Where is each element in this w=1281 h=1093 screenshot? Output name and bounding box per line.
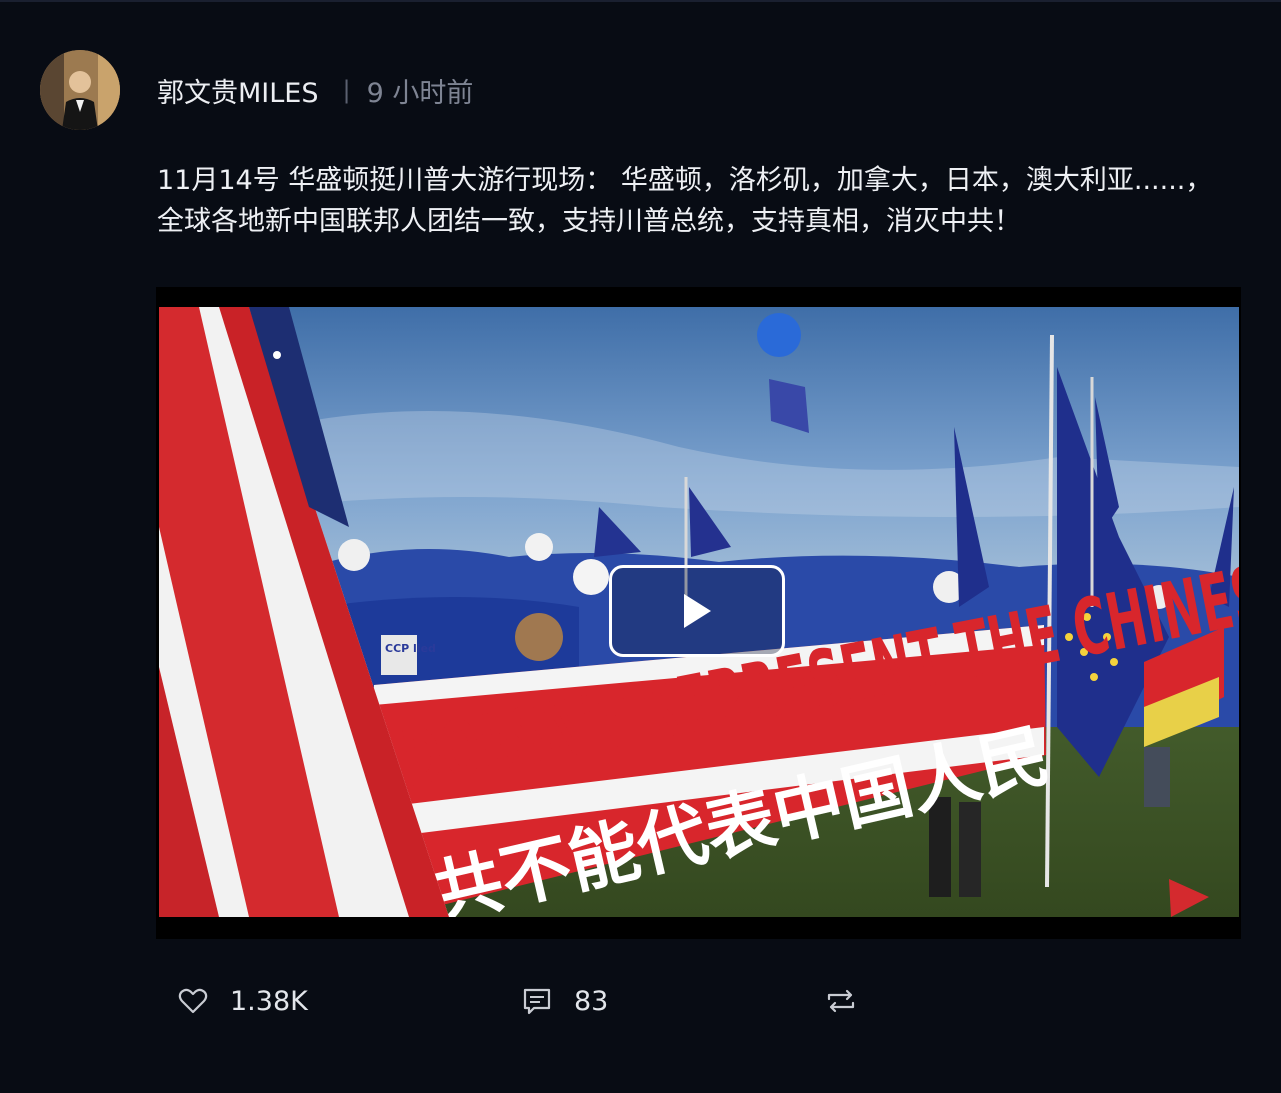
like-count: 1.38K xyxy=(230,985,308,1017)
comment-icon xyxy=(523,988,551,1015)
post-text: 11月14号 华盛顿挺川普大游行现场： 华盛顿，洛杉矶，加拿大，日本，澳大利亚.… xyxy=(157,165,1213,237)
author-name[interactable]: 郭文贵MILES xyxy=(157,71,319,110)
video-player[interactable]: DOESN'T REPRESENT THE CHINESE 共不能代表中国人民 … xyxy=(156,287,1241,939)
play-button[interactable] xyxy=(609,565,785,657)
avatar-image xyxy=(40,50,120,130)
repost-button[interactable] xyxy=(826,974,856,1028)
post-actions: 1.38K 83 xyxy=(0,974,1281,1028)
post-card: 郭文贵MILES | 9 小时前 11月14号 华盛顿挺川普大游行现场： 华盛顿… xyxy=(0,0,1281,1093)
sign-text: CCP lied xyxy=(385,642,436,655)
repost-icon xyxy=(827,989,855,1013)
header-separator: | xyxy=(342,76,351,104)
comment-button[interactable]: 83 xyxy=(522,974,608,1028)
post-time: 9 小时前 xyxy=(366,77,474,109)
play-icon xyxy=(684,594,711,628)
like-button[interactable]: 1.38K xyxy=(178,974,308,1028)
heart-icon xyxy=(178,988,208,1014)
avatar[interactable] xyxy=(40,50,120,130)
comment-count: 83 xyxy=(574,985,609,1017)
post-header: 郭文贵MILES | 9 小时前 xyxy=(157,68,473,112)
